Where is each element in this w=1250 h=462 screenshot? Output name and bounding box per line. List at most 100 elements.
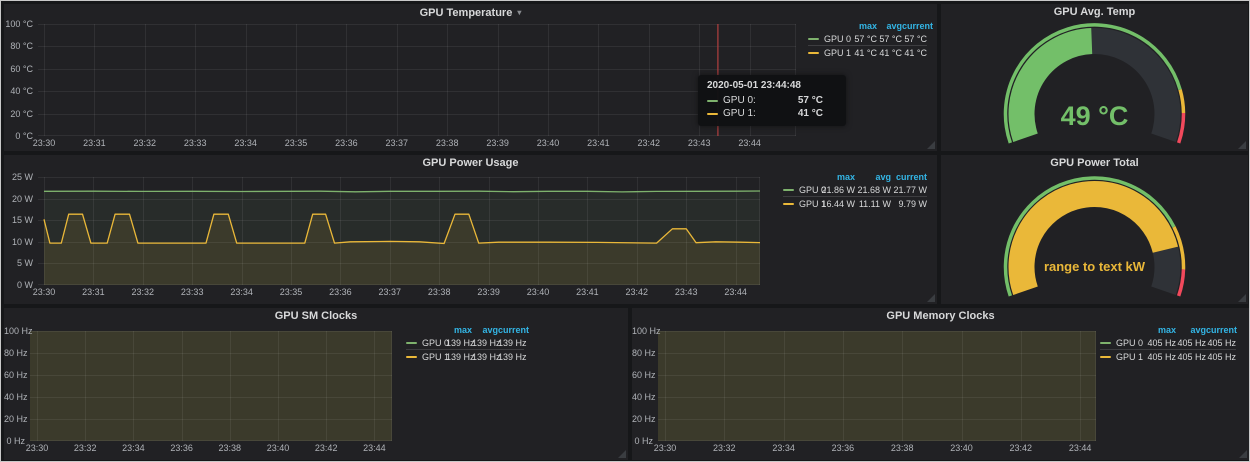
resize-handle[interactable] bbox=[1239, 450, 1247, 458]
resize-handle[interactable] bbox=[618, 450, 626, 458]
y-axis-label: 20 W bbox=[4, 194, 33, 204]
y-axis-label: 80 Hz bbox=[632, 348, 653, 358]
legend-stat-value: 139 Hz bbox=[472, 352, 498, 362]
legend-stat-value: 9.79 W bbox=[891, 199, 927, 209]
legend-header-max[interactable]: max bbox=[1146, 325, 1176, 335]
legend-header-avg[interactable]: avg bbox=[1176, 325, 1206, 335]
legend-header-avg[interactable]: avg bbox=[855, 172, 891, 182]
x-axis-label: 23:37 bbox=[380, 138, 414, 148]
legend-header-current[interactable]: current bbox=[1206, 325, 1236, 335]
x-axis-label: 23:35 bbox=[274, 287, 308, 297]
legend-stat-value: 11.11 W bbox=[855, 199, 891, 209]
x-axis-label: 23:43 bbox=[669, 287, 703, 297]
tooltip-series-name: GPU 1: bbox=[723, 108, 756, 119]
legend-series-name[interactable]: GPU 0 bbox=[808, 34, 852, 44]
legend-stat-value: 405 Hz bbox=[1146, 352, 1176, 362]
legend-stat-value: 139 Hz bbox=[446, 352, 472, 362]
resize-handle[interactable] bbox=[1238, 141, 1246, 149]
panel-title-gpu-temperature[interactable]: GPU Temperature ▾ bbox=[4, 4, 937, 21]
x-axis-label: 23:39 bbox=[481, 138, 515, 148]
resize-handle[interactable] bbox=[927, 141, 935, 149]
panel-title-text: GPU SM Clocks bbox=[275, 310, 358, 322]
chart-canvas bbox=[38, 24, 796, 136]
resize-handle[interactable] bbox=[927, 294, 935, 302]
y-axis-label: 40 Hz bbox=[632, 392, 653, 402]
legend-series-name[interactable]: GPU 0 bbox=[783, 185, 819, 195]
legend-series-name[interactable]: GPU 0 bbox=[1100, 338, 1146, 348]
legend-stat-value: 405 Hz bbox=[1176, 352, 1206, 362]
legend-header-avg[interactable]: avg bbox=[472, 325, 498, 335]
legend-stat-value: 139 Hz bbox=[498, 338, 524, 348]
y-axis-label: 10 W bbox=[4, 237, 33, 247]
legend-stat-value: 139 Hz bbox=[472, 338, 498, 348]
plot-area[interactable] bbox=[38, 177, 760, 285]
legend-header-current[interactable]: current bbox=[891, 172, 927, 182]
legend-row: GPU 057 °C57 °C57 °C bbox=[808, 32, 927, 46]
legend-header-max[interactable]: max bbox=[852, 21, 877, 31]
legend-header-avg[interactable]: avg bbox=[877, 21, 902, 31]
x-axis-label: 23:38 bbox=[430, 138, 464, 148]
legend-stat-value: 57 °C bbox=[902, 34, 927, 44]
legend-series-label: GPU 1 bbox=[824, 48, 851, 58]
legend-row: GPU 0139 Hz139 Hz139 Hz bbox=[406, 336, 524, 350]
y-axis-label: 20 °C bbox=[4, 109, 33, 119]
legend-series-name[interactable]: GPU 0 bbox=[406, 338, 446, 348]
series-color-dash bbox=[406, 342, 417, 344]
x-axis-label: 23:32 bbox=[707, 443, 741, 453]
panel-title-gpu-power-usage[interactable]: GPU Power Usage bbox=[4, 155, 937, 172]
legend-header-current[interactable]: current bbox=[902, 21, 927, 31]
plot-area[interactable] bbox=[30, 331, 392, 441]
y-axis-label: 15 W bbox=[4, 215, 33, 225]
legend-series-label: GPU 0 bbox=[422, 338, 449, 348]
legend-series-name[interactable]: GPU 1 bbox=[406, 352, 446, 362]
legend-header-current[interactable]: current bbox=[498, 325, 524, 335]
plot-area[interactable] bbox=[38, 24, 796, 136]
x-axis-label: 23:41 bbox=[581, 138, 615, 148]
panel-title-text: GPU Memory Clocks bbox=[886, 310, 994, 322]
panel-gpu-power-usage: GPU Power Usage 25 W20 W15 W10 W5 W0 W23… bbox=[4, 155, 937, 304]
legend-header-max[interactable]: max bbox=[446, 325, 472, 335]
x-axis-label: 23:34 bbox=[767, 443, 801, 453]
panel-title-gpu-memory-clocks[interactable]: GPU Memory Clocks bbox=[632, 308, 1249, 325]
legend-stat-value: 139 Hz bbox=[498, 352, 524, 362]
legend-stat-value: 21.77 W bbox=[891, 185, 927, 195]
x-axis-label: 23:33 bbox=[178, 138, 212, 148]
legend-header-max[interactable]: max bbox=[819, 172, 855, 182]
panel-title-text: GPU Power Total bbox=[1050, 157, 1138, 169]
x-axis-label: 23:36 bbox=[826, 443, 860, 453]
panel-title-text: GPU Temperature bbox=[420, 7, 513, 19]
x-axis-label: 23:30 bbox=[27, 287, 61, 297]
legend-row: GPU 141 °C41 °C41 °C bbox=[808, 46, 927, 59]
legend-stat-value: 405 Hz bbox=[1146, 338, 1176, 348]
gauge-value-arc bbox=[1021, 194, 1165, 291]
legend-table: maxavgcurrentGPU 0139 Hz139 Hz139 HzGPU … bbox=[406, 323, 524, 363]
panel-title-gpu-sm-clocks[interactable]: GPU SM Clocks bbox=[4, 308, 628, 325]
tooltip-row: GPU 1: 41 °C bbox=[707, 107, 837, 120]
panel-title-gpu-avg-temp[interactable]: GPU Avg. Temp bbox=[941, 4, 1248, 21]
legend-series-name[interactable]: GPU 1 bbox=[1100, 352, 1146, 362]
panel-gpu-memory-clocks: GPU Memory Clocks 100 Hz80 Hz60 Hz40 Hz2… bbox=[632, 308, 1249, 460]
x-axis-label: 23:32 bbox=[68, 443, 102, 453]
x-axis-label: 23:30 bbox=[648, 443, 682, 453]
x-axis-label: 23:41 bbox=[570, 287, 604, 297]
panel-gpu-power-total: GPU Power Total range to text kW bbox=[941, 155, 1248, 304]
tooltip-row: GPU 0: 57 °C bbox=[707, 94, 837, 107]
plot-area[interactable] bbox=[658, 331, 1096, 441]
panel-title-gpu-power-total[interactable]: GPU Power Total bbox=[941, 155, 1248, 172]
legend-stat-value: 16.44 W bbox=[819, 199, 855, 209]
legend-series-label: GPU 0 bbox=[824, 34, 851, 44]
y-axis-label: 60 Hz bbox=[632, 370, 653, 380]
chart-canvas bbox=[658, 331, 1096, 441]
legend-stat-value: 57 °C bbox=[852, 34, 877, 44]
tooltip-series-value: 57 °C bbox=[798, 95, 823, 106]
legend-series-name[interactable]: GPU 1 bbox=[783, 199, 819, 209]
y-axis-label: 20 Hz bbox=[632, 414, 653, 424]
chevron-down-icon[interactable]: ▾ bbox=[517, 8, 521, 17]
gauge-value-text: range to text kW bbox=[941, 259, 1248, 274]
resize-handle[interactable] bbox=[1238, 294, 1246, 302]
legend-row: GPU 116.44 W11.11 W9.79 W bbox=[783, 197, 927, 210]
legend-series-name[interactable]: GPU 1 bbox=[808, 48, 852, 58]
chart-canvas bbox=[30, 331, 392, 441]
x-axis-label: 23:30 bbox=[27, 138, 61, 148]
x-axis-label: 23:44 bbox=[1063, 443, 1097, 453]
